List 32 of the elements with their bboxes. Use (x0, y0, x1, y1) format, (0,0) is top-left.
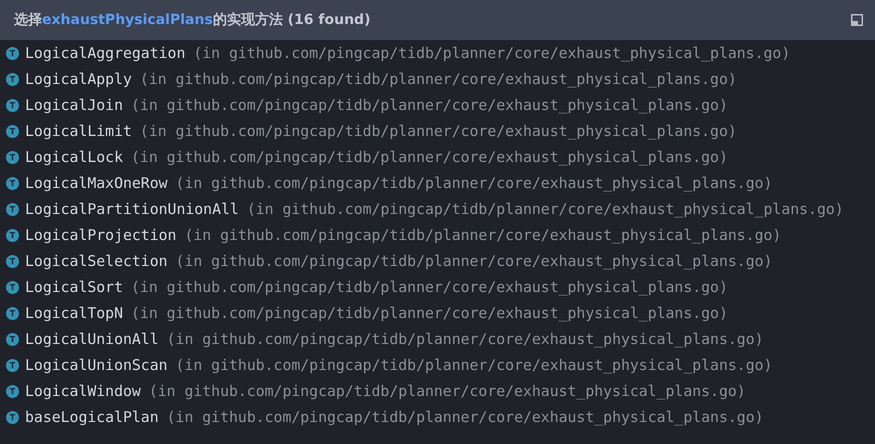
type-icon: T (6, 228, 19, 242)
type-icon: T (6, 150, 19, 164)
type-icon: T (6, 332, 19, 346)
type-icon: T (6, 46, 19, 60)
result-item[interactable]: T LogicalTopN (in github.com/pingcap/tidb/planner/core/exhaust_physical_plans.go) (0, 300, 875, 326)
result-item[interactable]: T LogicalUnionAll (in github.com/pingcap/tidb/planner/core/exhaust_physical_plans.go) (0, 326, 875, 352)
type-icon: T (6, 72, 19, 86)
type-icon: T (6, 358, 19, 372)
result-item[interactable]: T LogicalMaxOneRow (in github.com/pingcap/tidb/planner/core/exhaust_physical_plans.go) (0, 170, 875, 196)
result-item[interactable]: T LogicalUnionScan (in github.com/pingcap/tidb/planner/core/exhaust_physical_plans.go) (0, 352, 875, 378)
type-icon: T (6, 124, 19, 138)
type-icon: T (6, 176, 19, 190)
type-icon: T (6, 98, 19, 112)
type-icon: T (6, 384, 19, 398)
type-icon: T (6, 202, 19, 216)
result-item[interactable]: T baseLogicalPlan (in github.com/pingcap/tidb/planner/core/exhaust_physical_plans.go) (0, 404, 875, 430)
result-item[interactable]: T LogicalApply (in github.com/pingcap/tidb/planner/core/exhaust_physical_plans.go) (0, 66, 875, 92)
result-item[interactable]: T LogicalWindow (in github.com/pingcap/tidb/planner/core/exhaust_physical_plans.go) (0, 378, 875, 404)
result-item[interactable]: T LogicalJoin (in github.com/pingcap/tidb/planner/core/exhaust_physical_plans.go) (0, 92, 875, 118)
pin-icon[interactable] (851, 14, 863, 26)
result-item[interactable]: T LogicalSort (in github.com/pingcap/tidb/planner/core/exhaust_physical_plans.go) (0, 274, 875, 300)
result-item[interactable]: T LogicalSelection (in github.com/pingcap/tidb/planner/core/exhaust_physical_plans.go) (0, 248, 875, 274)
result-item[interactable]: T LogicalPartitionUnionAll (in github.com/pingcap/tidb/planner/core/exhaust_physical_plans.go) (0, 196, 875, 222)
result-item[interactable]: T LogicalLock (in github.com/pingcap/tidb/planner/core/exhaust_physical_plans.go) (0, 144, 875, 170)
result-item[interactable]: T LogicalLimit (in github.com/pingcap/tidb/planner/core/exhaust_physical_plans.go) (0, 118, 875, 144)
type-icon: T (6, 306, 19, 320)
result-item[interactable]: T LogicalProjection (in github.com/pingcap/tidb/planner/core/exhaust_physical_plans.go) (0, 222, 875, 248)
type-icon: T (6, 280, 19, 294)
result-item[interactable]: T LogicalAggregation (in github.com/pingcap/tidb/planner/core/exhaust_physical_plans.go) (0, 40, 875, 66)
popup-title: 选择exhaustPhysicalPlans的实现方法 (16 found) (14, 11, 372, 29)
type-icon: T (6, 254, 19, 268)
type-icon: T (6, 410, 19, 424)
